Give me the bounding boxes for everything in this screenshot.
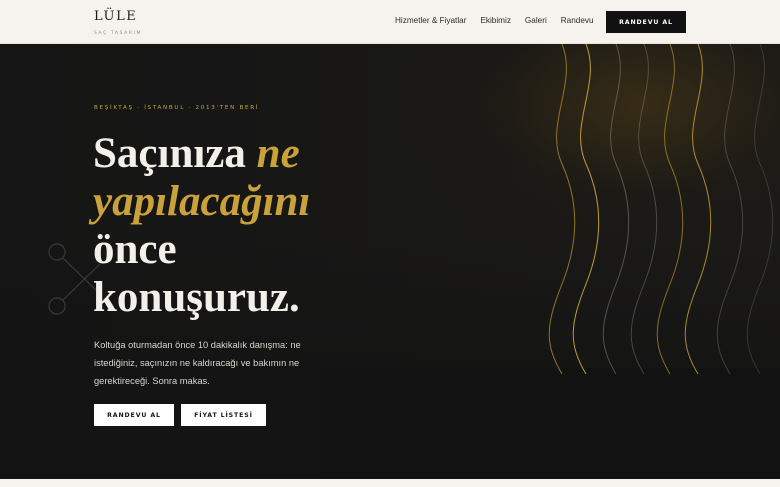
nav-link-appointment[interactable]: Randevu [561, 16, 594, 26]
page-bottom-edge [0, 479, 780, 487]
price-list-button[interactable]: FİYAT LİSTESİ [181, 404, 266, 426]
headline-part-1: Saçınıza [93, 130, 257, 177]
main-nav: Hizmetler & Fiyatlar Ekibimiz Galeri Ran… [395, 16, 608, 26]
hero-appointment-button[interactable]: RANDEVU AL [94, 404, 174, 426]
hero-headline: Saçınıza ne yapılacağını önce konuşuruz. [93, 130, 393, 322]
nav-link-services[interactable]: Hizmetler & Fiyatlar [395, 16, 466, 26]
nav-appointment-button[interactable]: RANDEVU AL [606, 11, 686, 33]
nav-link-gallery[interactable]: Galeri [525, 16, 547, 26]
headline-accent-2: yapılacağını [93, 178, 311, 225]
headline-part-3: konuşuruz. [93, 274, 300, 321]
top-navbar: LÜLE SAÇ TASARIM Hizmetler & Fiyatlar Ek… [0, 0, 780, 44]
hero-eyebrow: BEŞİKTAŞ · İSTANBUL · 2013'TEN BERİ [94, 105, 260, 111]
hero-lower-panel [320, 368, 780, 479]
brand-tagline: SAÇ TASARIM [94, 31, 142, 36]
nav-link-team[interactable]: Ekibimiz [480, 16, 510, 26]
hero-actions: RANDEVU AL FİYAT LİSTESİ [94, 404, 266, 426]
hero-description: Koltuğa oturmadan önce 10 dakikalık danı… [94, 340, 301, 386]
brand-name: LÜLE [94, 9, 138, 24]
headline-accent-1: ne [256, 130, 300, 177]
brand-logo[interactable]: LÜLE SAÇ TASARIM [94, 9, 142, 36]
headline-part-2: önce [93, 226, 177, 273]
hair-waves-decoration [548, 44, 774, 374]
hero-section: BEŞİKTAŞ · İSTANBUL · 2013'TEN BERİ Saçı… [0, 44, 780, 479]
